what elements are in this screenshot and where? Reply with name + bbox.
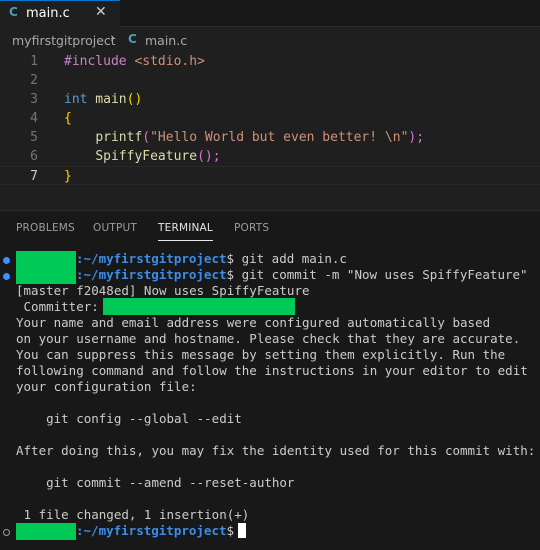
redacted-username: [16, 267, 76, 284]
terminal-output: Your name and email address were configu…: [16, 315, 491, 330]
terminal-output: After doing this, you may fix the identi…: [16, 443, 536, 458]
code-line: 5 printf("Hello World but even better! \…: [0, 128, 540, 147]
prompt-path: :~/myfirstgitproject: [76, 267, 227, 282]
prompt-symbol: $: [226, 267, 235, 282]
prompt-path: :~/myfirstgitproject: [76, 251, 227, 266]
active-tab-indicator: [158, 240, 213, 241]
terminal-output: on your username and hostname. Please ch…: [16, 331, 521, 346]
terminal-output: [master f2048ed] Now uses SpiffyFeature: [16, 283, 310, 298]
tab-output[interactable]: OUTPUT: [93, 222, 137, 234]
c-file-icon: C: [9, 5, 18, 19]
redacted-username: [16, 523, 76, 540]
code-editor[interactable]: 1 #include <stdio.h> 2 3 int main() 4 { …: [0, 50, 540, 200]
function-call: printf: [95, 130, 143, 145]
breadcrumb: myfirstgitproject › C main.c: [0, 27, 540, 49]
line-number: 2: [30, 73, 38, 88]
command-success-dot-icon[interactable]: [3, 257, 10, 264]
terminal-output: Committer:: [16, 299, 107, 314]
panel-tabs: PROBLEMS OUTPUT TERMINAL PORTS: [0, 211, 540, 245]
include-header: <stdio.h>: [126, 54, 205, 69]
terminal-output: git config --global --edit: [16, 411, 242, 426]
c-file-icon: C: [128, 32, 137, 46]
function-call: SpiffyFeature: [95, 149, 198, 164]
line-number: 6: [30, 149, 38, 164]
paren-semicolon: );: [408, 130, 425, 145]
command-success-dot-icon[interactable]: [3, 273, 10, 280]
code-line: 1 #include <stdio.h>: [0, 52, 540, 71]
chevron-right-icon: ›: [110, 31, 116, 46]
tab-label: main.c: [26, 6, 70, 21]
terminal-output: following command and follow the instruc…: [16, 363, 528, 378]
line-number: 7: [30, 169, 38, 184]
preprocessor-directive: #include: [64, 54, 127, 69]
prompt-path: :~/myfirstgitproject: [76, 523, 227, 538]
function-name: main: [87, 92, 127, 107]
line-number: 1: [30, 54, 38, 69]
close-brace: }: [64, 169, 72, 184]
type-keyword: int: [64, 92, 88, 107]
tab-terminal[interactable]: TERMINAL: [158, 222, 213, 234]
tab-problems[interactable]: PROBLEMS: [16, 222, 75, 234]
code-line: 3 int main(): [0, 90, 540, 109]
string-literal: "Hello World but even better! \n": [150, 130, 409, 145]
line-number: 4: [30, 111, 38, 126]
redacted-username: [16, 251, 76, 268]
open-brace: {: [64, 111, 72, 126]
close-icon[interactable]: ✕: [95, 4, 107, 20]
line-number: 5: [30, 130, 38, 145]
breadcrumb-file[interactable]: main.c: [145, 33, 187, 48]
terminal-prompt-line[interactable]: :~/myfirstgitproject$: [76, 523, 247, 539]
command-pending-dot-icon[interactable]: [3, 529, 10, 536]
terminal-output: 1 file changed, 1 insertion(+): [16, 507, 250, 522]
code-line: 2: [0, 71, 540, 90]
editor-tab-bar: C main.c ✕: [0, 0, 540, 27]
terminal-output: git commit --amend --reset-author: [16, 475, 295, 490]
paren: (: [142, 130, 151, 145]
code-line: 6 SpiffyFeature();: [0, 147, 540, 166]
prompt-symbol: $: [226, 523, 235, 538]
terminal-output: your configuration file:: [16, 379, 197, 394]
parens: (): [126, 92, 143, 107]
code-line: 4 {: [0, 109, 540, 128]
paren-semicolon: ();: [197, 149, 221, 164]
line-number: 3: [30, 92, 38, 107]
breadcrumb-folder[interactable]: myfirstgitproject: [12, 33, 116, 48]
bottom-panel: PROBLEMS OUTPUT TERMINAL PORTS :~/myfirs…: [0, 210, 540, 550]
terminal-command: git add main.c: [234, 251, 347, 266]
tab-main-c[interactable]: C main.c ✕: [0, 0, 120, 27]
terminal-prompt-line: :~/myfirstgitproject$ git add main.c: [76, 251, 347, 267]
redacted-committer: [103, 298, 295, 315]
terminal-output: You can suppress this message by setting…: [16, 347, 506, 362]
current-code-line: 7 }: [0, 166, 540, 185]
terminal-command: git commit -m "Now uses SpiffyFeature": [234, 267, 528, 282]
terminal-cursor: [238, 523, 247, 538]
prompt-symbol: $: [226, 251, 235, 266]
tab-ports[interactable]: PORTS: [234, 222, 269, 234]
terminal-prompt-line: :~/myfirstgitproject$ git commit -m "Now…: [76, 267, 528, 283]
